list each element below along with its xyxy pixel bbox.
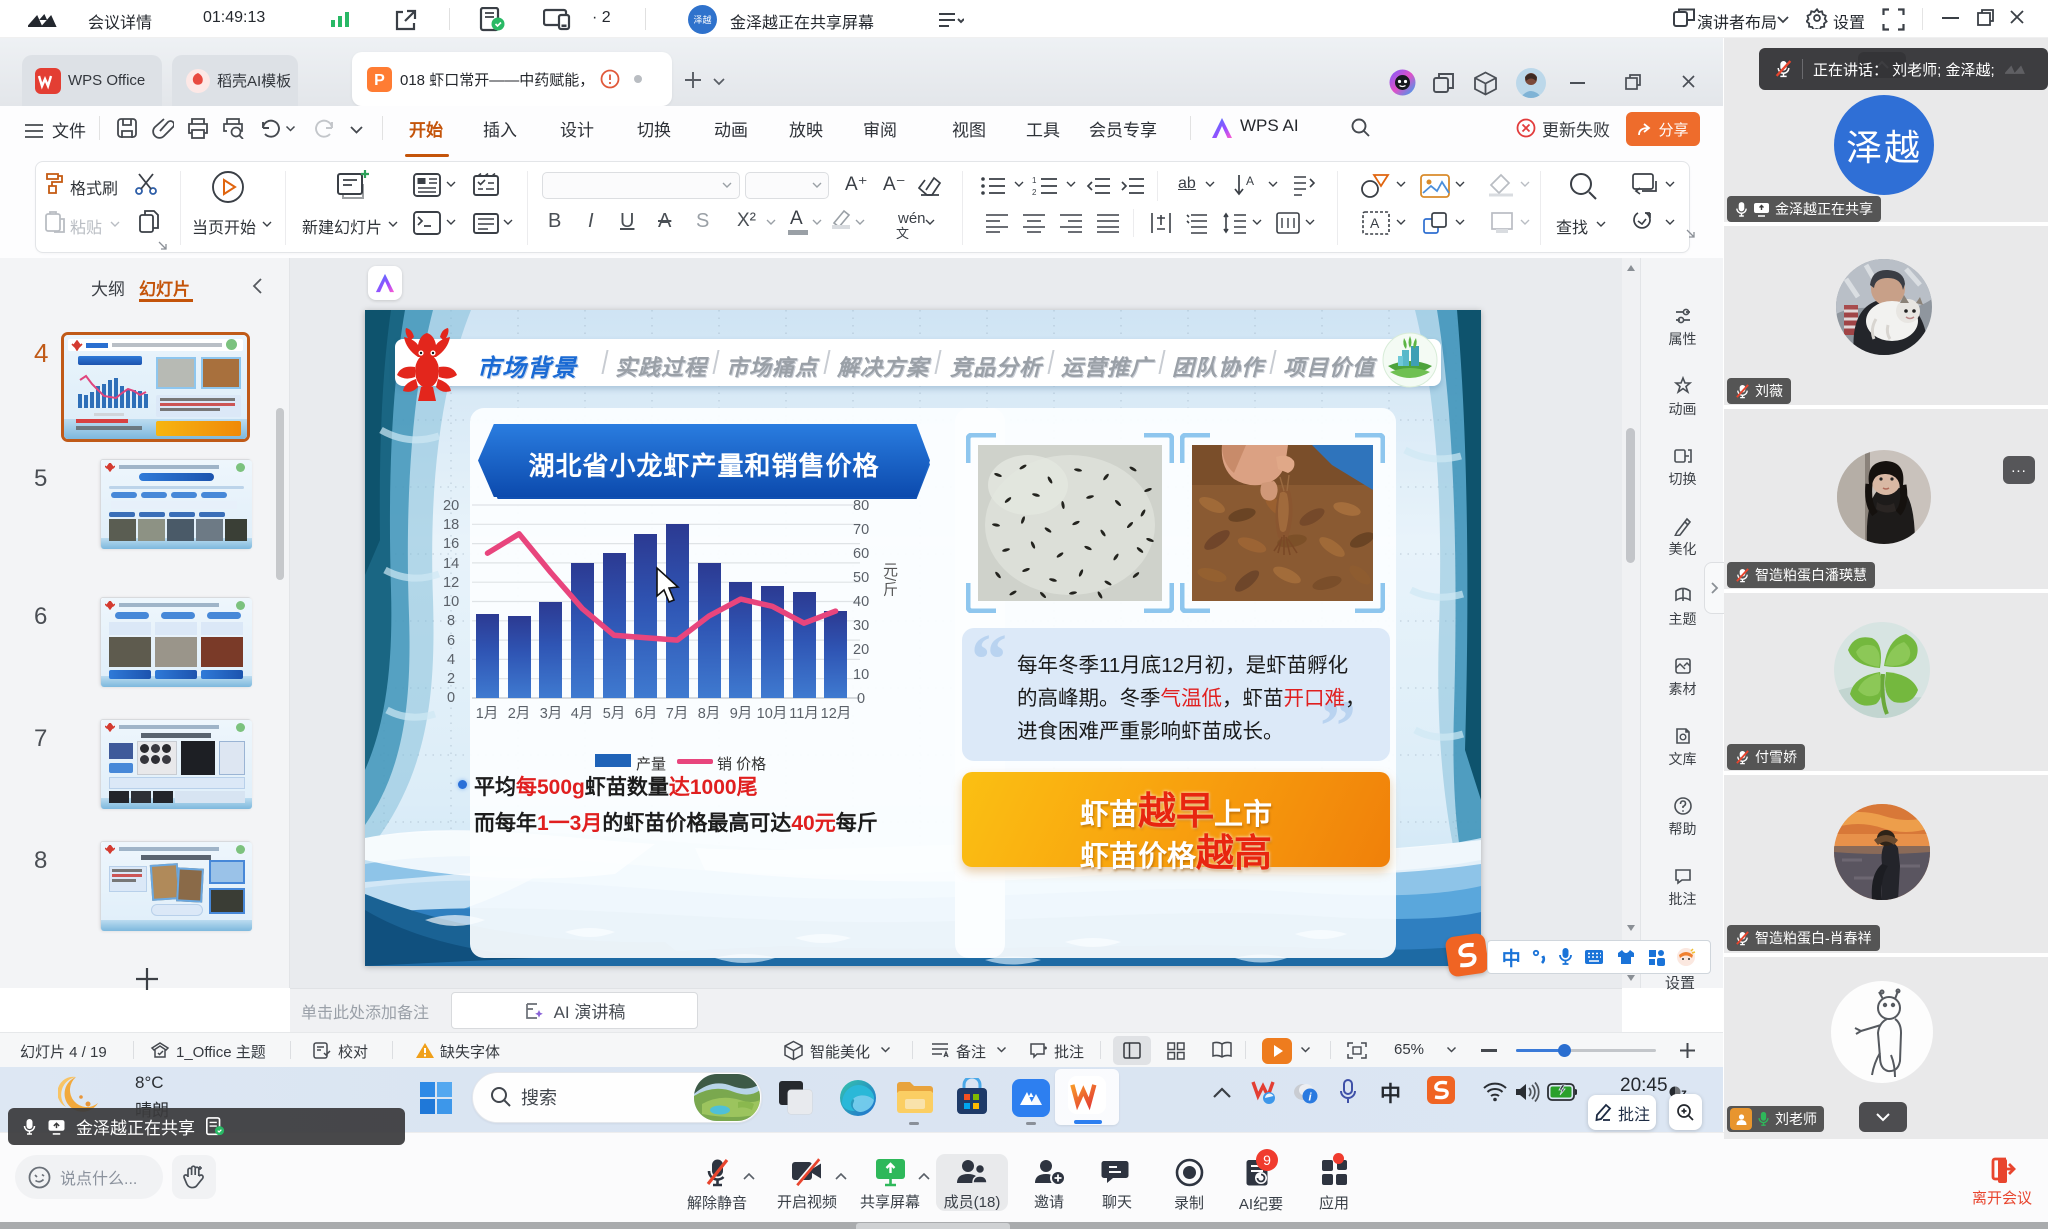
svg-text:2: 2 <box>1032 188 1037 197</box>
svg-text:A: A <box>1370 215 1380 231</box>
svg-text:P: P <box>374 72 385 89</box>
svg-text:1: 1 <box>1032 176 1037 185</box>
svg-text:A: A <box>1246 174 1254 188</box>
